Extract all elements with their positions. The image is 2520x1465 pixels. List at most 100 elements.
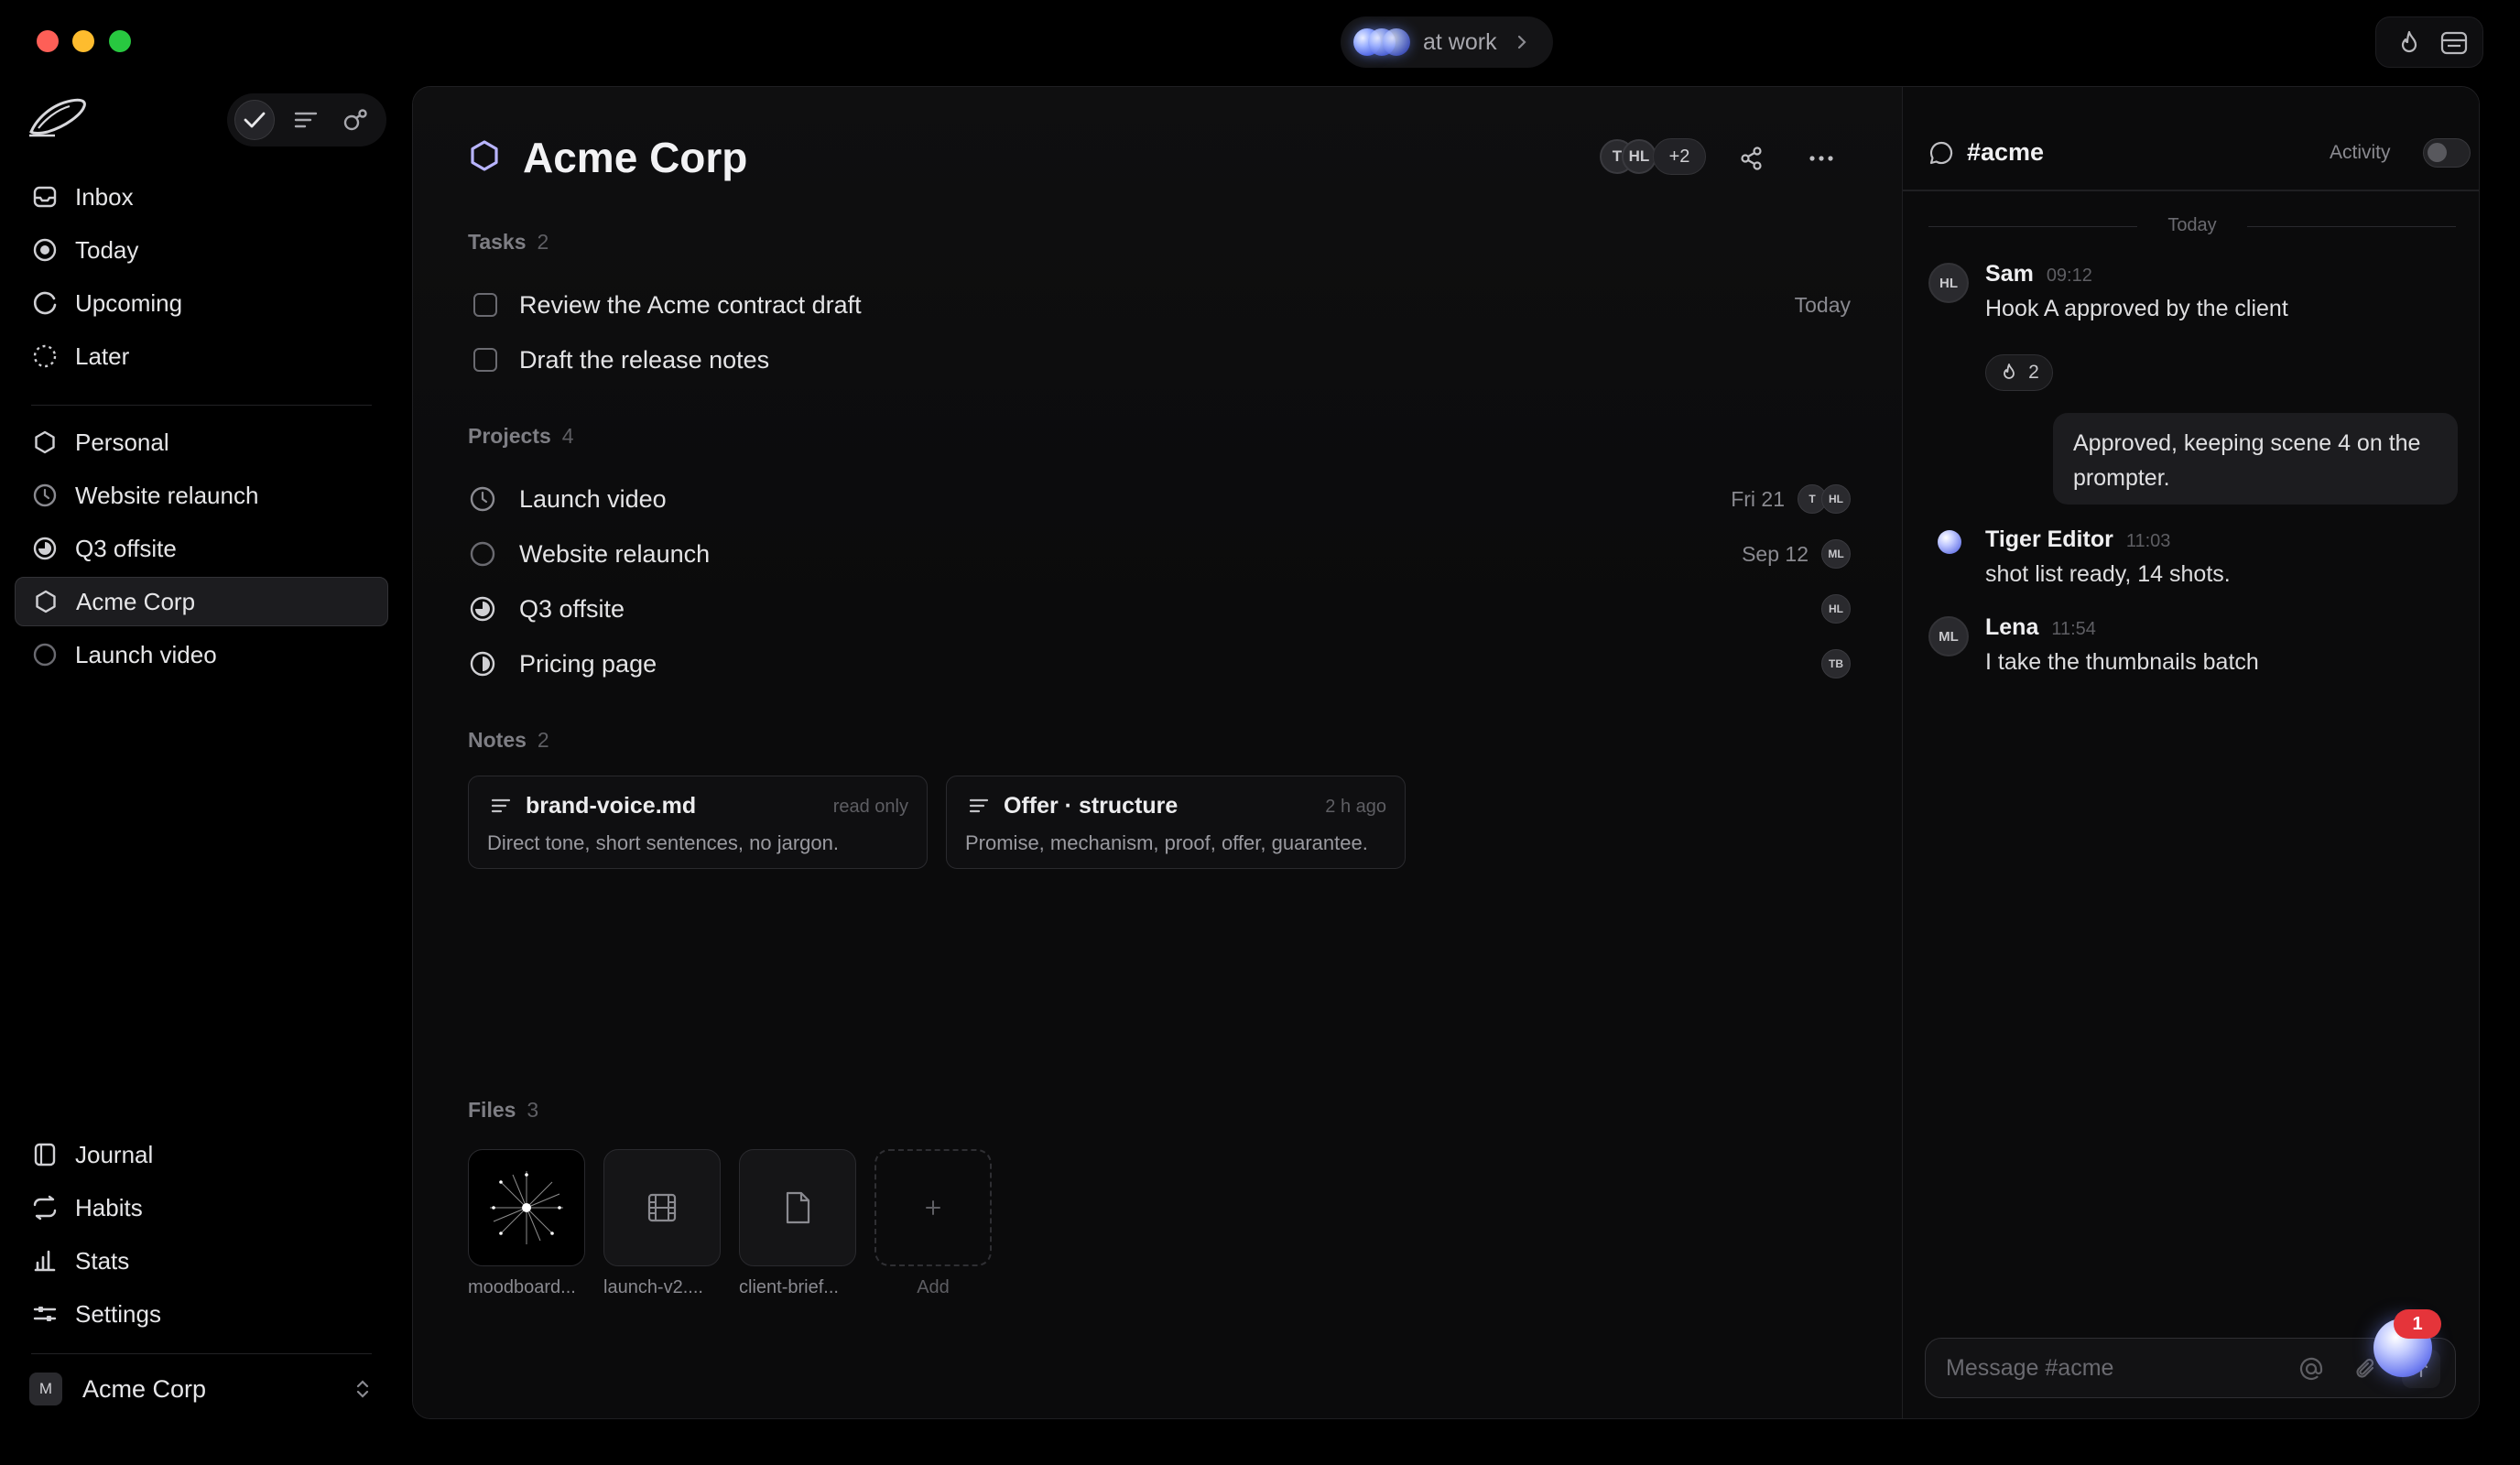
message-text: I take the thumbnails batch — [1985, 649, 2259, 675]
projects-section-header: Projects 4 — [468, 424, 574, 449]
section-label: Projects — [468, 424, 551, 448]
task-due: Today — [1794, 292, 1851, 317]
close-window-button[interactable] — [37, 30, 59, 52]
status-orbs-icon — [1353, 28, 1412, 56]
ellipsis-icon — [1809, 156, 1833, 161]
workspace-switcher[interactable]: M Acme Corp — [15, 1364, 388, 1414]
task-checkbox[interactable] — [473, 293, 497, 317]
lines-icon — [294, 112, 318, 128]
sidebar-item-acme-corp[interactable]: Acme Corp — [15, 577, 388, 626]
sidebar-item-personal[interactable]: Personal — [15, 418, 388, 467]
project-title: Website relaunch — [519, 539, 711, 568]
clock-icon — [468, 484, 497, 514]
note-title: brand-voice.md — [526, 793, 697, 819]
sidebar-item-launch-video[interactable]: Launch video — [15, 630, 388, 679]
more-options-button[interactable] — [1801, 138, 1841, 179]
status-selector[interactable]: at work — [1341, 16, 1553, 68]
reaction-chip[interactable]: 2 — [1985, 354, 2053, 391]
sidebar-item-habits[interactable]: Habits — [15, 1183, 388, 1232]
sidebar-item-stats[interactable]: Stats — [15, 1236, 388, 1286]
sidebar-item-label: Today — [75, 235, 139, 264]
top-right-toolbar — [2375, 16, 2483, 68]
share-icon — [1741, 146, 1762, 170]
message-author: Lena 11:54 — [1985, 614, 2096, 641]
chat-panel: #acme Activity Today HL Sam 09:12 Hook A … — [1902, 87, 2479, 1418]
add-file-button[interactable] — [874, 1149, 992, 1266]
clock-icon — [31, 482, 59, 509]
stats-icon — [31, 1247, 59, 1275]
upcoming-icon — [31, 289, 59, 317]
sidebar-item-inbox[interactable]: Inbox — [15, 172, 388, 222]
sidebar-item-journal[interactable]: Journal — [15, 1130, 388, 1179]
project-row[interactable]: Q3 offsite HL — [468, 583, 1851, 635]
hexagon-icon — [32, 588, 60, 615]
app-logo-icon — [26, 92, 90, 141]
message-text: shot list ready, 14 shots. — [1985, 561, 2231, 587]
section-label: Files — [468, 1098, 516, 1122]
panel-toggle-icon[interactable] — [2440, 30, 2468, 56]
note-preview: Direct tone, short sentences, no jargon. — [487, 831, 839, 854]
activity-label: Activity — [2330, 142, 2391, 163]
activity-toggle[interactable] — [2423, 138, 2471, 168]
sidebar-item-today[interactable]: Today — [15, 225, 388, 275]
project-row[interactable]: Pricing page TB — [468, 638, 1851, 689]
share-button[interactable] — [1732, 138, 1772, 179]
note-card[interactable]: brand-voice.md read only Direct tone, sh… — [468, 776, 928, 869]
more-members-badge[interactable]: +2 — [1653, 138, 1706, 175]
sidebar-item-later[interactable]: Later — [15, 331, 388, 381]
task-title: Review the Acme contract draft — [519, 290, 862, 319]
note-card[interactable]: Offer · structure 2 h ago Promise, mecha… — [946, 776, 1406, 869]
note-meta: 2 h ago — [1325, 797, 1386, 817]
avatar: ML — [1928, 616, 1969, 657]
flame-icon[interactable] — [2395, 28, 2424, 58]
chat-header-divider — [1903, 190, 2479, 191]
project-row[interactable]: Launch video Fri 21 T HL — [468, 473, 1851, 525]
sidebar-item-upcoming[interactable]: Upcoming — [15, 278, 388, 328]
hexagon-icon — [466, 138, 503, 175]
message-input[interactable]: Message #acme — [1946, 1355, 2113, 1382]
note-icon — [969, 797, 989, 815]
avatar[interactable]: HL — [1622, 139, 1656, 174]
file-thumbnail[interactable] — [739, 1149, 856, 1266]
author-name: Lena — [1985, 614, 2039, 640]
habits-icon — [31, 1194, 59, 1221]
avatar: HL — [1821, 594, 1851, 624]
sidebar-item-label: Personal — [75, 428, 169, 456]
chevron-updown-icon — [353, 1377, 372, 1401]
maximize-window-button[interactable] — [109, 30, 131, 52]
author-name: Sam — [1985, 261, 2034, 287]
notes-view-button[interactable] — [286, 100, 326, 140]
file-thumbnail[interactable] — [603, 1149, 721, 1266]
file-thumbnail[interactable] — [468, 1149, 585, 1266]
sidebar-item-label: Inbox — [75, 182, 134, 211]
minimize-window-button[interactable] — [72, 30, 94, 52]
message-author: Tiger Editor 11:03 — [1985, 526, 2170, 553]
add-file-label: Add — [917, 1277, 950, 1297]
half-progress-icon — [468, 649, 497, 678]
channel-title: #acme — [1967, 138, 2045, 166]
mention-icon[interactable] — [2297, 1355, 2325, 1383]
attach-icon[interactable] — [2354, 1355, 2378, 1383]
project-row[interactable]: Website relaunch Sep 12 ML — [468, 528, 1851, 580]
sidebar-item-website-relaunch[interactable]: Website relaunch — [15, 471, 388, 520]
notification-badge: 1 — [2394, 1309, 2441, 1339]
files-section-header: Files 3 — [468, 1098, 538, 1123]
checkmark-view-button[interactable] — [234, 100, 275, 140]
later-icon — [31, 342, 59, 370]
sidebar-item-settings[interactable]: Settings — [15, 1289, 388, 1339]
sidebar-item-label: Website relaunch — [75, 481, 259, 509]
sidebar-item-label: Upcoming — [75, 288, 183, 317]
sidebar-item-q3-offsite[interactable]: Q3 offsite — [15, 524, 388, 573]
task-row[interactable]: Review the Acme contract draft Today — [468, 279, 1851, 331]
section-label: Tasks — [468, 230, 527, 254]
graph-view-button[interactable] — [335, 100, 375, 140]
sidebar-toolbar — [227, 93, 386, 146]
sidebar-item-label: Q3 offsite — [75, 534, 177, 562]
flame-icon — [2004, 364, 2015, 379]
task-row[interactable]: Draft the release notes — [468, 334, 1851, 385]
message-time: 09:12 — [2046, 266, 2092, 286]
message-time: 11:54 — [2051, 619, 2096, 639]
task-checkbox[interactable] — [473, 348, 497, 372]
file-name: launch-v2.... — [603, 1277, 703, 1297]
hexagon-icon — [31, 429, 59, 456]
